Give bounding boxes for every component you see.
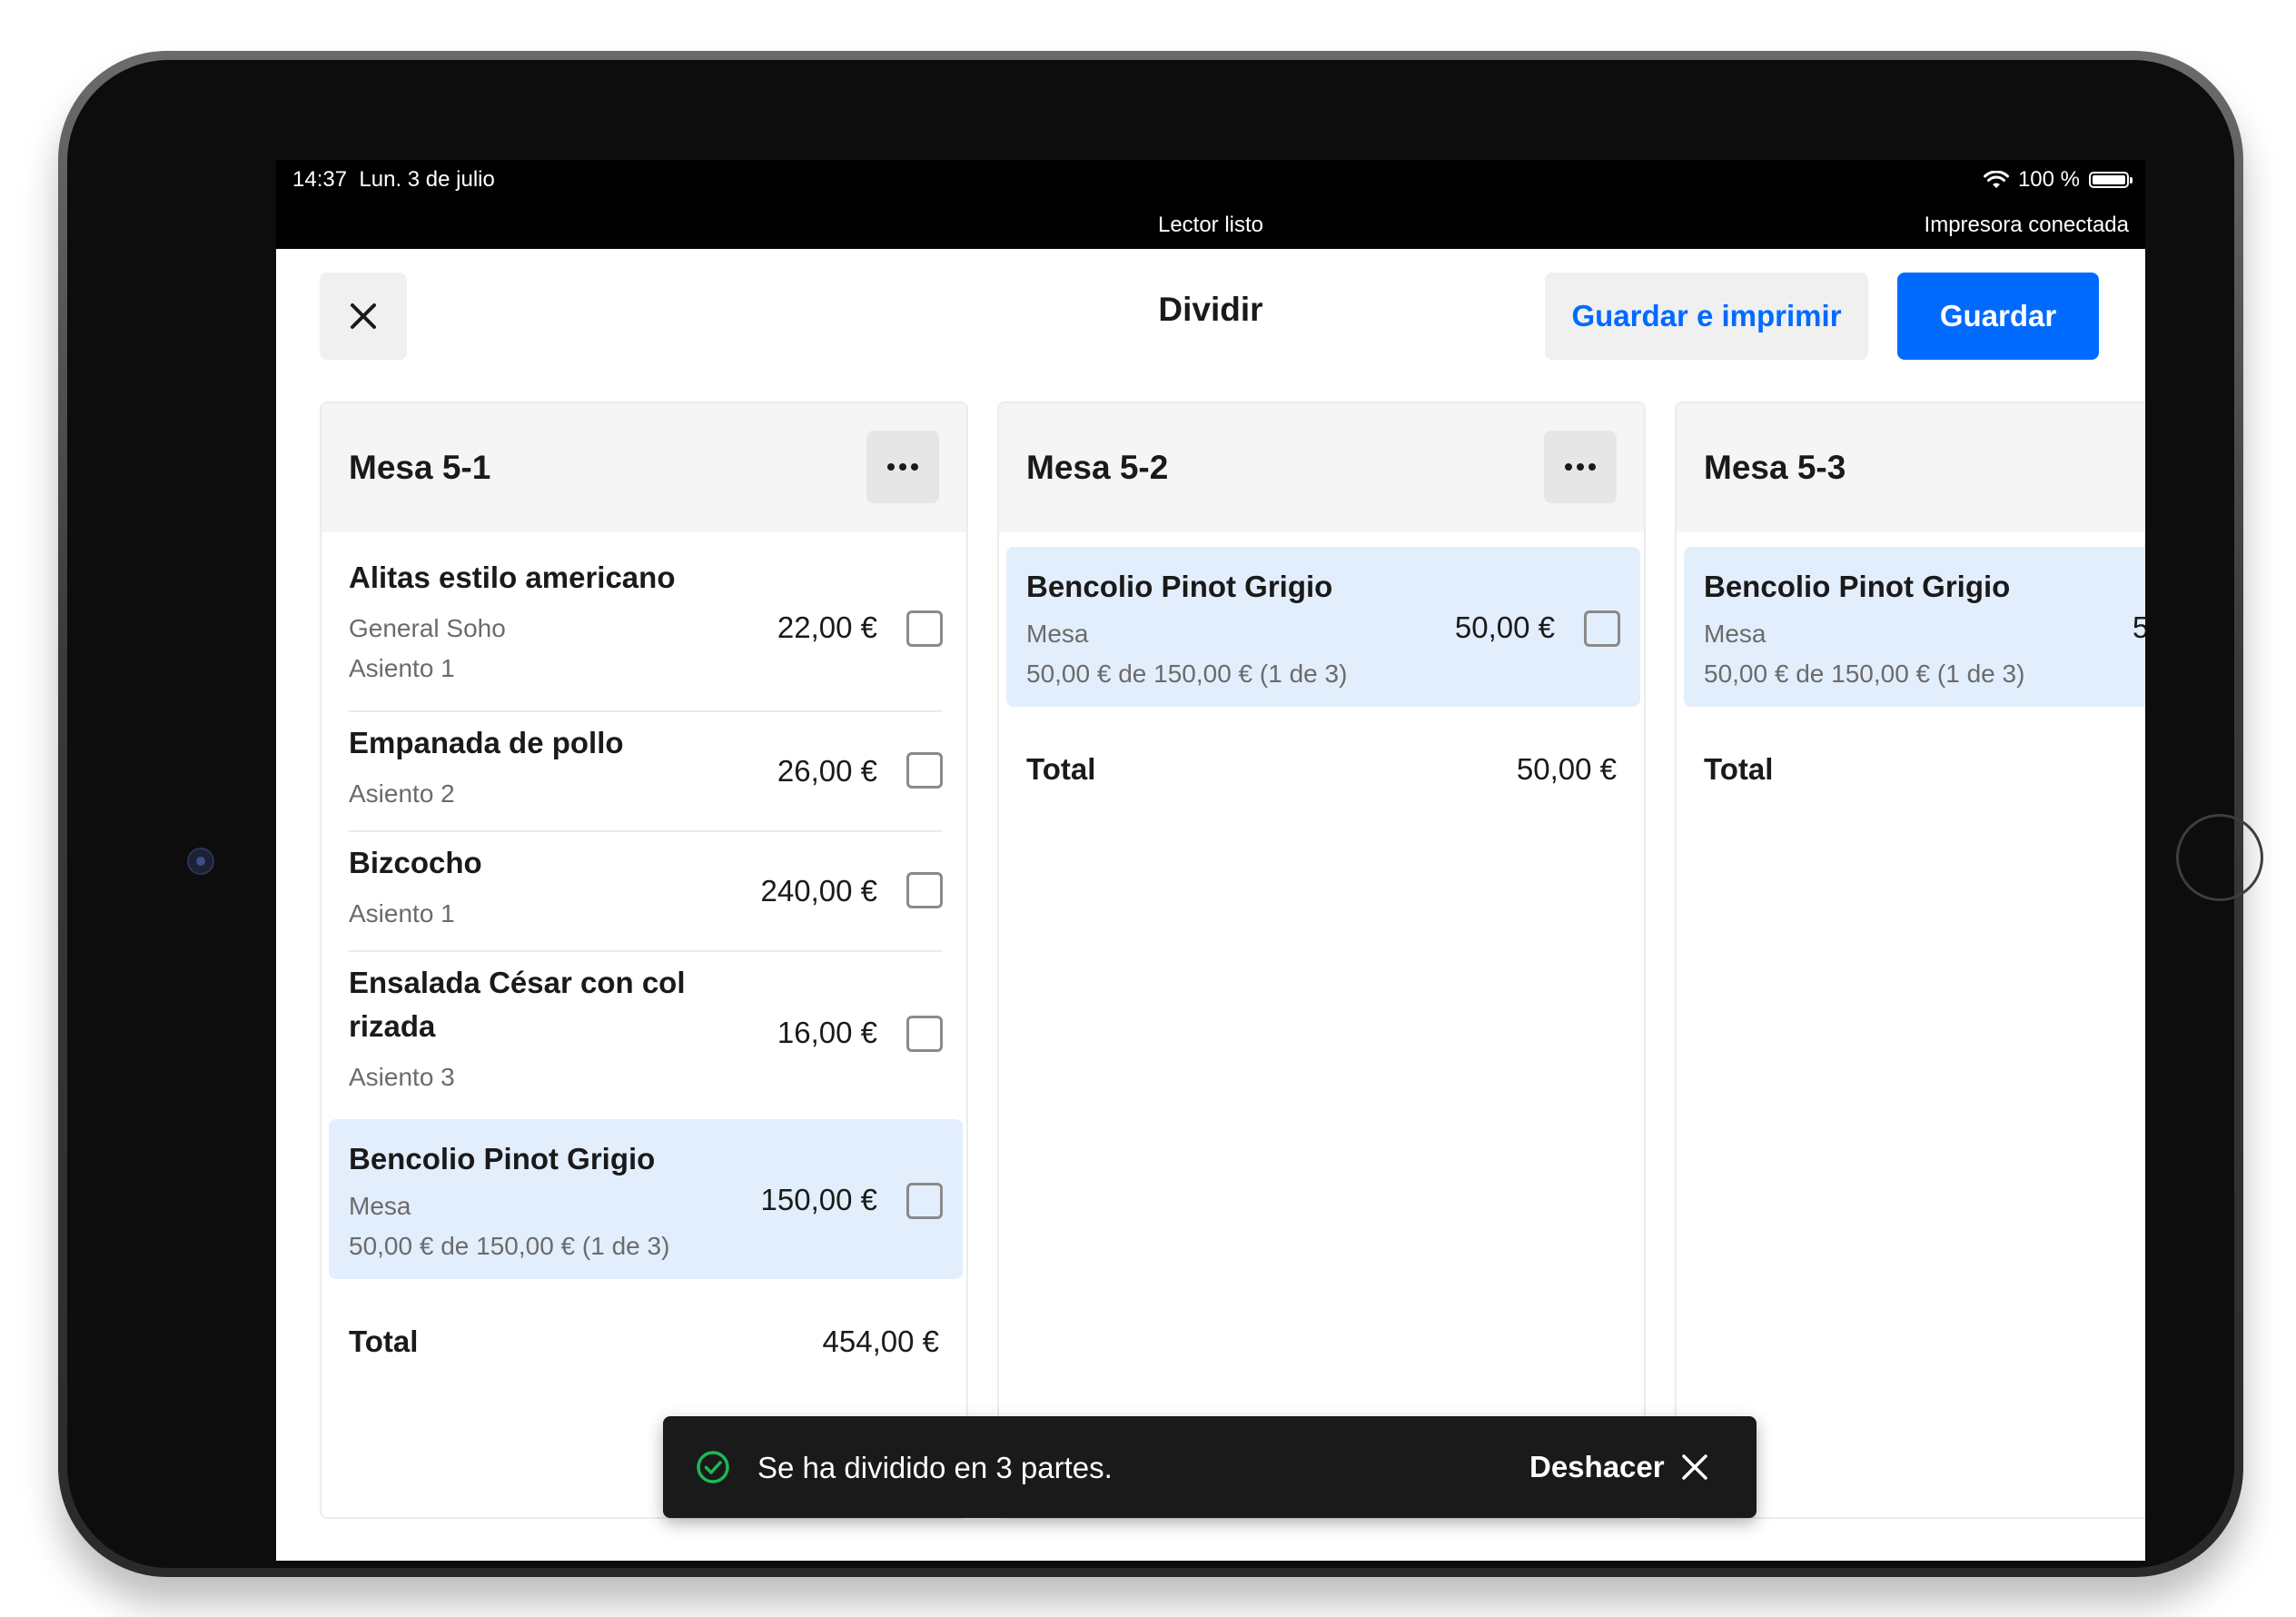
close-icon[interactable]	[1678, 1451, 1711, 1483]
toast-notification: Se ha dividido en 3 partes. Deshacer	[663, 1416, 1757, 1518]
item-seat: Asiento 1	[349, 899, 455, 928]
item-name: Bencolio Pinot Grigio	[349, 1142, 656, 1176]
item-price: 26,00 €	[777, 754, 877, 788]
check-column-3: Mesa 5-3 Bencolio Pinot Grigio Mesa 50,0…	[1675, 402, 2145, 1519]
home-button[interactable]	[2176, 814, 2263, 901]
battery-icon	[2089, 172, 2133, 188]
status-time: 14:37 Lun. 3 de julio	[292, 167, 495, 192]
undo-button[interactable]: Deshacer	[1529, 1450, 1665, 1484]
item-name: Alitas estilo americano	[349, 560, 676, 594]
item-name: Ensalada César con col	[349, 966, 686, 999]
item-price: 50,00 €	[2133, 610, 2145, 645]
total-label: Total	[1704, 752, 1774, 786]
item-price: 240,00 €	[760, 874, 877, 908]
total-label: Total	[349, 1324, 419, 1358]
item-name: Empanada de pollo	[349, 726, 624, 759]
total-value: 50,00 €	[1516, 752, 1617, 786]
column-header: Mesa 5-3	[1677, 403, 2145, 532]
item-split-info: 50,00 € de 150,00 € (1 de 3)	[1704, 660, 2025, 688]
wifi-icon	[1983, 171, 2009, 188]
list-item[interactable]: Ensalada César con col rizada Asiento 3 …	[349, 952, 943, 1116]
item-price: 16,00 €	[777, 1016, 877, 1049]
check-column-2: Mesa 5-2 Bencolio Pinot Grigio Mesa 50,0…	[997, 402, 1646, 1519]
item-checkbox[interactable]	[906, 1183, 943, 1219]
printer-status: Impresora conectada	[1924, 213, 2129, 237]
item-name: Bizcocho	[349, 846, 482, 879]
item-checkbox[interactable]	[906, 872, 943, 908]
item-name: Bencolio Pinot Grigio	[1026, 570, 1333, 603]
list-item[interactable]: Bizcocho Asiento 1 240,00 €	[349, 832, 943, 950]
column-header: Mesa 5-1	[322, 403, 966, 532]
list-item-split[interactable]: Bencolio Pinot Grigio Mesa 50,00 € de 15…	[1006, 547, 1640, 707]
item-checkbox[interactable]	[906, 752, 943, 789]
item-checkbox[interactable]	[1584, 610, 1620, 647]
more-icon	[1565, 463, 1596, 471]
item-checkbox[interactable]	[906, 1016, 943, 1052]
item-checkbox[interactable]	[906, 610, 943, 647]
list-item[interactable]: Alitas estilo americano General Soho Asi…	[349, 547, 943, 705]
battery-percent: 100 %	[2017, 167, 2080, 192]
check-circle-icon	[697, 1451, 729, 1483]
column-title: Mesa 5-2	[1026, 449, 1169, 486]
item-location: Mesa	[1704, 620, 1767, 648]
item-price: 150,00 €	[760, 1183, 877, 1216]
list-item-split[interactable]: Bencolio Pinot Grigio Mesa 50,00 € de 15…	[329, 1119, 963, 1279]
more-options-button[interactable]	[866, 431, 939, 503]
item-location: Mesa	[349, 1192, 411, 1220]
item-seat: Asiento 2	[349, 779, 455, 808]
tablet-frame: 14:37 Lun. 3 de julio 100 % Lector listo…	[58, 51, 2263, 1577]
item-split-info: 50,00 € de 150,00 € (1 de 3)	[349, 1232, 670, 1260]
item-price: 50,00 €	[1454, 610, 1555, 644]
column-header: Mesa 5-2	[999, 403, 1644, 532]
status-right: 100 %	[1983, 167, 2133, 193]
save-button[interactable]: Guardar	[1897, 273, 2099, 360]
item-seat: Asiento 3	[349, 1063, 455, 1091]
column-title: Mesa 5-3	[1704, 449, 1846, 486]
screen: 14:37 Lun. 3 de julio 100 % Lector listo…	[276, 160, 2145, 1561]
check-column-1: Mesa 5-1 Alitas estilo americano General…	[320, 402, 968, 1519]
item-seat: Asiento 1	[349, 654, 455, 682]
list-item-split[interactable]: Bencolio Pinot Grigio Mesa 50,00 € de 15…	[1684, 547, 2145, 707]
more-icon	[887, 463, 918, 471]
item-modifier: General Soho	[349, 614, 506, 642]
camera-icon	[187, 848, 214, 875]
total-label: Total	[1026, 752, 1096, 786]
reader-status: Lector listo	[1157, 213, 1264, 237]
item-price: 22,00 €	[777, 610, 877, 644]
column-title: Mesa 5-1	[349, 449, 491, 486]
total-value: 454,00 €	[822, 1324, 939, 1358]
toast-message: Se ha dividido en 3 partes.	[757, 1451, 1113, 1484]
header: Dividir Guardar e imprimir Guardar	[276, 249, 2145, 367]
status-bar: 14:37 Lun. 3 de julio 100 % Lector listo…	[276, 160, 2145, 249]
item-split-info: 50,00 € de 150,00 € (1 de 3)	[1026, 660, 1348, 688]
item-name-continued: rizada	[349, 1009, 436, 1043]
item-name: Bencolio Pinot Grigio	[1704, 570, 2011, 603]
list-item[interactable]: Empanada de pollo Asiento 2 26,00 €	[349, 712, 943, 830]
save-and-print-button[interactable]: Guardar e imprimir	[1545, 273, 1868, 360]
item-location: Mesa	[1026, 620, 1089, 648]
more-options-button[interactable]	[1544, 431, 1617, 503]
